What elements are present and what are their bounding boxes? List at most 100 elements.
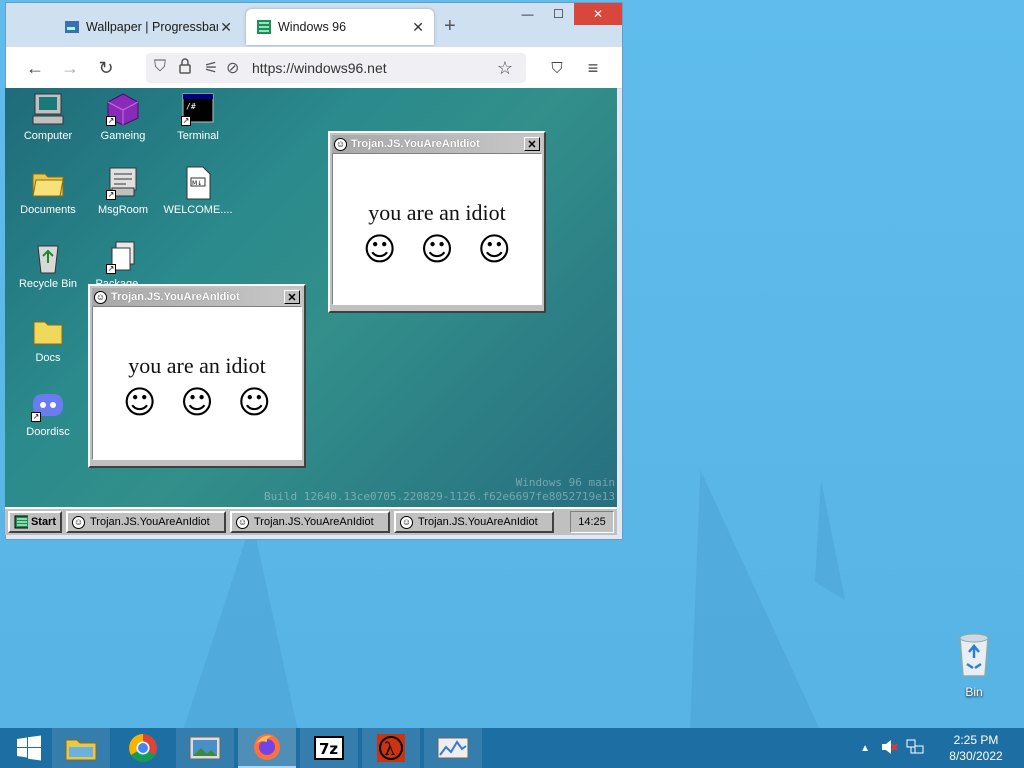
- watermark-line2: Build 12640.13ce0705.220829-1126.f62e669…: [264, 490, 615, 503]
- start-button[interactable]: Start: [8, 511, 62, 533]
- markdown-file-icon: M↓: [181, 166, 215, 200]
- start-label: Start: [30, 516, 56, 528]
- smiley-face-icon: ☺: [122, 383, 157, 421]
- desktop-icon-doordisc[interactable]: ↗ Doordisc: [13, 388, 83, 438]
- tab-wallpaper[interactable]: Wallpaper | Progressbar95 ✕: [54, 9, 242, 45]
- popup-message: you are an idiot: [128, 353, 266, 378]
- win96-desktop[interactable]: Computer ↗ Gameing /# ↗ Terminal Documen…: [5, 88, 617, 507]
- task-label: Trojan.JS.YouAreAnIdiot: [254, 516, 374, 528]
- windows96-favicon-icon: [256, 19, 272, 35]
- close-icon[interactable]: ✕: [412, 19, 424, 36]
- maximize-button[interactable]: ☐: [543, 3, 574, 25]
- smiley-icon: ☺: [400, 515, 413, 529]
- file-explorer-icon[interactable]: [52, 728, 110, 768]
- desktop-icon-label: WELCOME....: [163, 204, 233, 216]
- wallpaper-shape: [180, 520, 300, 740]
- desktop-icon-documents[interactable]: Documents: [13, 166, 83, 216]
- url-text: https://windows96.net: [252, 60, 387, 76]
- tab-windows96[interactable]: Windows 96 ✕: [246, 9, 434, 45]
- desktop-icon-terminal[interactable]: /# ↗ Terminal: [163, 92, 233, 142]
- desktop-icon-recycle-bin[interactable]: Recycle Bin: [13, 240, 83, 290]
- shield-icon[interactable]: ⛉: [154, 58, 166, 76]
- recycle-bin-icon: [31, 240, 65, 274]
- popup-message: you are an idiot: [368, 200, 506, 225]
- minimize-button[interactable]: —: [512, 3, 543, 25]
- close-button[interactable]: ✕: [524, 137, 540, 151]
- desktop-icon-label: Recycle Bin: [18, 278, 78, 290]
- popup-window[interactable]: ☺ Trojan.JS.YouAreAnIdiot ✕ you are an i…: [328, 131, 546, 313]
- firefox-icon[interactable]: [238, 728, 296, 768]
- volume-muted-icon[interactable]: [880, 739, 898, 758]
- chrome-icon[interactable]: [114, 728, 172, 768]
- address-bar[interactable]: ⛉ ⚟ ⊘ https://windows96.net: [146, 53, 526, 83]
- popup-title: Trojan.JS.YouAreAnIdiot: [351, 138, 480, 150]
- popup-titlebar[interactable]: ☺ Trojan.JS.YouAreAnIdiot ✕: [92, 288, 302, 306]
- photos-icon[interactable]: [176, 728, 234, 768]
- desktop-icon-docs[interactable]: Docs: [13, 314, 83, 364]
- network-icon[interactable]: [906, 739, 924, 758]
- close-button[interactable]: ✕: [284, 290, 300, 304]
- menu-icon[interactable]: ≡: [582, 57, 604, 79]
- svg-text:7z: 7z: [319, 740, 338, 758]
- smiley-face-icon: ☺: [477, 230, 511, 268]
- close-icon[interactable]: ✕: [220, 19, 232, 36]
- forward-arrow-icon[interactable]: →: [59, 57, 81, 79]
- game-cube-icon: ↗: [106, 92, 140, 126]
- popup-titlebar[interactable]: ☺ Trojan.JS.YouAreAnIdiot ✕: [332, 135, 542, 153]
- windows-start-icon[interactable]: [0, 728, 58, 768]
- popup-title: Trojan.JS.YouAreAnIdiot: [111, 291, 240, 303]
- desktop-icon-package[interactable]: ↗ Package ...: [88, 240, 158, 290]
- folder-open-icon: [31, 166, 65, 200]
- desktop-icon-label: Doordisc: [26, 426, 70, 438]
- shortcut-arrow-icon: ↗: [31, 412, 41, 422]
- smiley-icon: ☺: [236, 515, 249, 529]
- host-recycle-bin[interactable]: Bin: [948, 630, 1000, 699]
- permissions-icon[interactable]: ⚟: [204, 58, 218, 78]
- reload-icon[interactable]: ↻: [95, 57, 117, 79]
- clock-date: 8/30/2022: [949, 749, 1003, 763]
- taskbar-task[interactable]: ☺ Trojan.JS.YouAreAnIdiot: [230, 511, 390, 533]
- desktop-icon-welcome[interactable]: M↓ WELCOME....: [163, 166, 233, 216]
- desktop-icon-msgroom[interactable]: ↗ MsgRoom: [88, 166, 158, 216]
- watermark-line1: Windows 96 main: [515, 476, 615, 489]
- smiley-row: ☺ ☺ ☺: [93, 379, 301, 419]
- popup-window[interactable]: ☺ Trojan.JS.YouAreAnIdiot ✕ you are an i…: [88, 284, 306, 468]
- system-tray: ▲ 2:25 PM 8/30/2022: [860, 728, 1024, 768]
- shortcut-arrow-icon: ↗: [181, 116, 191, 126]
- desktop-icon-label: Gameing: [100, 130, 146, 142]
- computer-icon: [31, 92, 65, 126]
- half-life-icon[interactable]: λ: [362, 728, 420, 768]
- host-recycle-bin-label: Bin: [965, 685, 983, 699]
- tab-strip: Wallpaper | Progressbar95 ✕ Windows 96 ✕…: [6, 3, 622, 47]
- discord-icon: ↗: [31, 388, 65, 422]
- svg-text:λ: λ: [384, 739, 395, 760]
- smiley-face-icon: ☺: [420, 230, 454, 268]
- taskbar-task[interactable]: ☺ Trojan.JS.YouAreAnIdiot: [394, 511, 554, 533]
- svg-text:/#: /#: [186, 102, 196, 111]
- pocket-icon[interactable]: ⛉: [546, 57, 568, 79]
- desktop-icon-label: Docs: [35, 352, 61, 364]
- tab-title: Windows 96: [278, 20, 347, 34]
- popup-body: you are an idiot ☺ ☺ ☺: [332, 153, 542, 305]
- new-tab-button[interactable]: +: [444, 15, 456, 38]
- close-window-button[interactable]: ✕: [574, 3, 622, 25]
- desktop-icon-gameing[interactable]: ↗ Gameing: [88, 92, 158, 142]
- resource-monitor-icon[interactable]: [424, 728, 482, 768]
- smiley-icon: ☺: [72, 515, 85, 529]
- show-hidden-icons-icon[interactable]: ▲: [860, 743, 870, 754]
- taskbar-task[interactable]: ☺ Trojan.JS.YouAreAnIdiot: [66, 511, 226, 533]
- 7zip-icon[interactable]: 7z: [300, 728, 358, 768]
- smiley-face-icon: ☺: [237, 383, 271, 421]
- win96-clock[interactable]: 14:25: [570, 511, 614, 533]
- folder-icon: [31, 314, 65, 348]
- wallpaper-shape: [690, 470, 820, 730]
- back-arrow-icon[interactable]: ←: [24, 57, 46, 79]
- host-clock[interactable]: 2:25 PM 8/30/2022: [928, 732, 1024, 764]
- popup-body: you are an idiot ☺ ☺ ☺: [92, 306, 302, 460]
- win96-logo-icon: [14, 515, 28, 529]
- bookmark-star-icon[interactable]: ☆: [494, 57, 516, 79]
- desktop-icon-computer[interactable]: Computer: [13, 92, 83, 142]
- lock-icon[interactable]: [178, 58, 192, 79]
- clock-time: 2:25 PM: [953, 733, 999, 747]
- autoplay-blocked-icon[interactable]: ⊘: [226, 58, 239, 78]
